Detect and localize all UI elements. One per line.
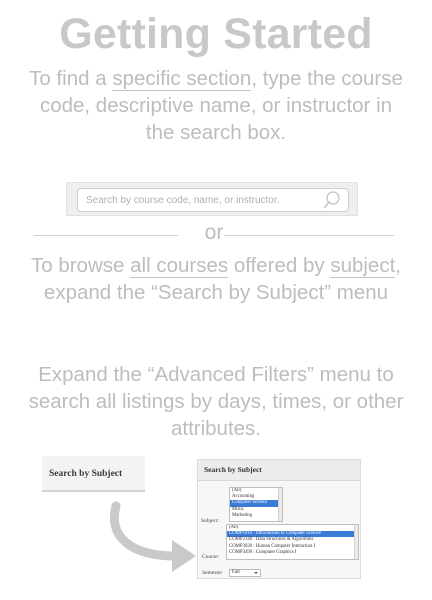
subject-listbox[interactable]: (All) Accounting Computer Science Music … <box>229 487 283 522</box>
all-courses-link[interactable]: all courses <box>130 254 229 278</box>
or-label: or <box>204 221 224 244</box>
intro-text: To find a specific section, type the cou… <box>29 67 403 144</box>
subject-link[interactable]: subject <box>330 254 396 278</box>
list-item[interactable]: Marketing <box>230 513 282 519</box>
semester-label: Semester <box>202 570 223 576</box>
chevron-down-icon <box>254 572 258 574</box>
advanced-filters-text: Expand the “Advanced Filters” menu to se… <box>28 363 404 440</box>
search-icon[interactable] <box>322 190 342 210</box>
collapsed-search-by-subject[interactable]: Search by Subject <box>42 456 145 492</box>
collapsed-panel-label: Search by Subject <box>49 469 123 479</box>
course-listbox[interactable]: (All) COMP1010 : Introduction to Compute… <box>226 524 359 560</box>
course-scrollbar[interactable] <box>354 525 358 559</box>
course-label: Course: <box>202 554 220 560</box>
page-title: Getting Started <box>59 10 373 58</box>
divider-line-right <box>224 235 394 236</box>
or-divider: or <box>34 221 394 247</box>
specific-section-link[interactable]: specific section <box>112 67 252 91</box>
curved-arrow-icon <box>110 501 196 572</box>
browse-text: To browse all courses offered by subject… <box>30 254 401 304</box>
search-bar-container <box>66 182 358 216</box>
search-input[interactable] <box>86 190 312 210</box>
expanded-panel-header[interactable]: Search by Subject <box>198 460 360 481</box>
expanded-search-by-subject: Search by Subject Subject: (All) Account… <box>197 459 361 579</box>
divider-line-left <box>34 235 178 236</box>
semester-select[interactable]: Fall <box>229 569 261 577</box>
list-item[interactable]: COMP3490 : Computer Graphics I <box>227 550 358 556</box>
subject-label: Subject: <box>201 518 220 524</box>
search-box[interactable] <box>77 188 349 212</box>
subject-scrollbar[interactable] <box>278 488 282 521</box>
